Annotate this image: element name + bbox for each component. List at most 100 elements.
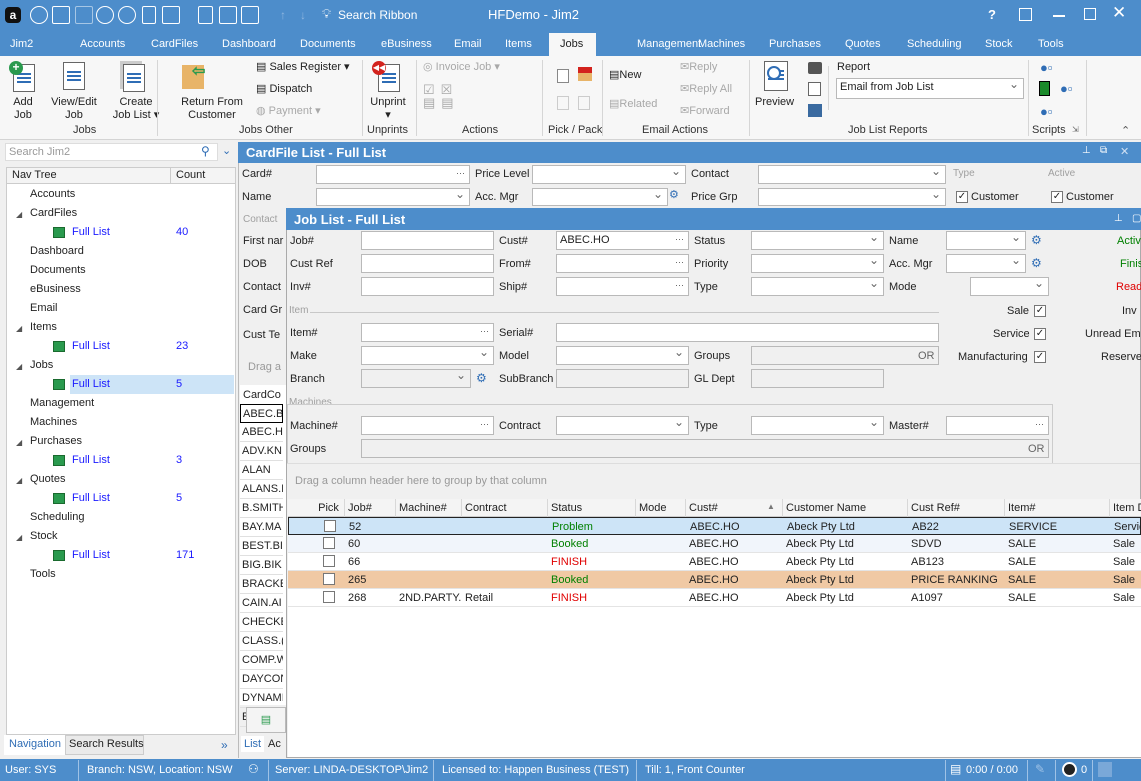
tab-accounts[interactable]: Accounts (80, 38, 125, 50)
cardfile-row[interactable]: DAYCON (240, 670, 283, 689)
name-select[interactable] (946, 231, 1026, 250)
search-icon[interactable]: ⚲ (201, 144, 210, 158)
acc-mgr-select[interactable] (946, 254, 1026, 273)
report-icon[interactable] (219, 6, 237, 24)
cardfile-icon[interactable] (52, 6, 70, 24)
gl-dept-input[interactable] (751, 369, 884, 388)
add-card-button[interactable]: ▤ (246, 707, 286, 733)
transfer-icon[interactable] (75, 6, 93, 24)
tab-scheduling[interactable]: Scheduling (907, 38, 961, 50)
name-select[interactable] (316, 188, 470, 206)
status-select[interactable] (751, 231, 884, 250)
price-level-select[interactable] (532, 165, 686, 184)
script-icon[interactable]: ●▫ (1040, 60, 1052, 75)
minimize-button[interactable] (1053, 15, 1065, 17)
chevron-down-icon[interactable]: ⌄ (222, 144, 231, 157)
tab-quotes[interactable]: Quotes (845, 38, 880, 50)
preview-button[interactable]: Preview (755, 96, 794, 109)
nav-item-full-list[interactable] (0, 451, 234, 470)
cardfile-row[interactable]: B.SMITH (240, 499, 283, 518)
cardfile-row[interactable]: DYNAMI (240, 689, 283, 708)
service-checkbox[interactable]: ✓ (1034, 328, 1046, 340)
model-select[interactable] (556, 346, 689, 365)
tab-tools[interactable]: Tools (1038, 38, 1064, 50)
payment-button[interactable]: ◍ Payment ▾ (256, 105, 321, 118)
cardfile-row[interactable]: CHECKE (240, 613, 283, 632)
tab-search-results[interactable]: Search Results (65, 735, 144, 755)
col-item-d[interactable]: Item D (1110, 499, 1141, 517)
more-button[interactable]: » (221, 738, 228, 752)
dispatch-button[interactable]: ▤ Dispatch (256, 83, 312, 96)
cardfile-row[interactable]: BIG.BIK (240, 556, 283, 575)
pick-checkbox[interactable] (323, 591, 335, 603)
type-select[interactable] (751, 277, 884, 296)
manufacturing-checkbox[interactable]: ✓ (1034, 351, 1046, 363)
cust-ref-input[interactable] (361, 254, 494, 273)
arrow-up-icon[interactable]: ↑ (280, 8, 286, 22)
cardfile-row[interactable]: ALANS.I (240, 480, 283, 499)
gear-icon[interactable]: ⚙ (669, 188, 679, 201)
close-button[interactable]: ✕ (1112, 3, 1126, 23)
users-icon[interactable]: ⚇ (248, 762, 259, 776)
pick-checkbox[interactable] (323, 555, 335, 567)
col-machine-[interactable]: Machine# (396, 499, 462, 517)
script-run-icon[interactable] (1039, 81, 1050, 96)
cardfile-row[interactable]: BRACKE (240, 575, 283, 594)
fax-icon[interactable] (808, 104, 822, 117)
pin-icon[interactable]: ⊥ (1114, 213, 1123, 224)
subbranch-input[interactable] (556, 369, 689, 388)
calculator-icon[interactable] (142, 6, 156, 24)
tasks-icon[interactable]: ✎ (1035, 762, 1045, 776)
print-icon[interactable] (808, 62, 822, 74)
cardfile-row[interactable]: ADV.KN (240, 442, 283, 461)
col-status[interactable]: Status (548, 499, 636, 517)
tab-documents[interactable]: Documents (300, 38, 356, 50)
nav-item-full-list[interactable] (0, 337, 234, 356)
table-row[interactable]: 265 Booked ABEC.HO Abeck Pty Ltd PRICE RANKI… (288, 571, 1141, 589)
float-icon[interactable]: ⧉ (1100, 145, 1107, 156)
tab-list[interactable]: List (241, 736, 265, 752)
gear-icon[interactable]: ⚙ (1031, 233, 1042, 247)
gear-icon[interactable]: ⚙ (476, 371, 487, 385)
clock-icon[interactable] (1062, 762, 1077, 777)
collapse-ribbon-button[interactable]: ⌃ (1121, 124, 1130, 137)
timesheet-icon[interactable]: ▤ (950, 762, 961, 776)
help-button[interactable]: ? (988, 7, 996, 22)
unprint-button[interactable]: Unprint ▾ (366, 96, 410, 122)
pick-checkbox[interactable] (323, 537, 335, 549)
job-no-input[interactable] (361, 231, 494, 250)
expand-icon[interactable]: ◢ (16, 205, 22, 224)
col-customer-name[interactable]: Customer Name (783, 499, 908, 517)
clock-back-icon[interactable] (118, 6, 136, 24)
pick-disabled-icon[interactable] (557, 96, 569, 110)
pin-icon[interactable]: ⊥ (1082, 145, 1091, 156)
cardfile-row[interactable]: ABEC.H (240, 423, 283, 442)
nav-item-full-list[interactable] (0, 546, 234, 565)
col-item-[interactable]: Item# (1005, 499, 1110, 517)
cardfile-row[interactable]: ABEC.BI (240, 404, 283, 423)
tab-email[interactable]: Email (454, 38, 482, 50)
forward-button[interactable]: ✉Forward (680, 105, 730, 118)
table-row[interactable]: 52 Problem ABEC.HO Abeck Pty Ltd AB22 SERVICE… (288, 517, 1141, 535)
related-email-button[interactable]: ▤Related (609, 98, 657, 111)
branch-select[interactable] (361, 369, 471, 388)
col-contract[interactable]: Contract (462, 499, 548, 517)
from-no-input[interactable] (556, 254, 689, 273)
groups-input[interactable] (751, 346, 939, 365)
cardfile-row[interactable]: BAY.MA (240, 518, 283, 537)
copy-icon[interactable] (808, 82, 821, 96)
tab-navigation[interactable]: Navigation (4, 735, 65, 755)
expand-icon[interactable]: ◢ (16, 357, 22, 376)
new-email-button[interactable]: ▤New (609, 69, 641, 82)
clipboard-icon[interactable] (198, 6, 213, 24)
priority-select[interactable] (751, 254, 884, 273)
tab-dashboard[interactable]: Dashboard (222, 38, 276, 50)
cardfile-row[interactable]: CLASS.( (240, 632, 283, 651)
float-icon[interactable]: ▢ (1132, 213, 1141, 224)
reply-button[interactable]: ✉Reply (680, 61, 717, 74)
sale-checkbox[interactable]: ✓ (1034, 305, 1046, 317)
close-icon[interactable]: ✕ (1120, 145, 1129, 158)
tab-management[interactable]: Management (637, 38, 701, 50)
tab-jim2[interactable]: Jim2 (10, 38, 33, 50)
tab-ebusiness[interactable]: eBusiness (381, 38, 432, 50)
